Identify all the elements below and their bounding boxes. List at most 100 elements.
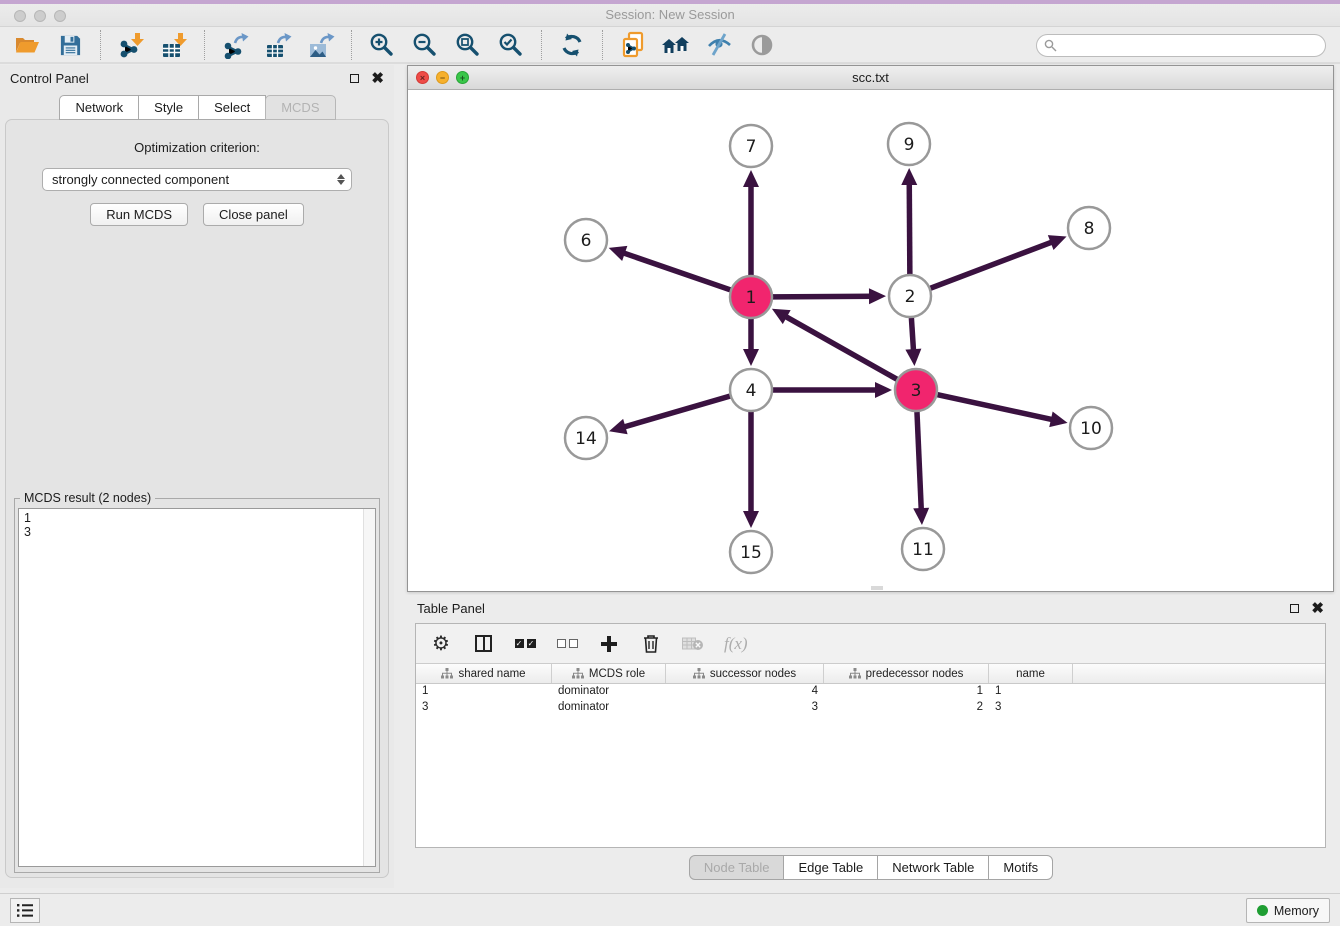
open-session-button[interactable] [10,30,44,60]
network-resize-grip[interactable] [871,586,883,590]
graph-node-8[interactable]: 8 [1068,207,1110,249]
tab-network-table[interactable]: Network Table [877,855,989,880]
add-row-button[interactable] [598,632,620,656]
close-panel-icon[interactable]: ✖ [1311,604,1324,613]
export-image-button[interactable] [304,30,338,60]
tab-mcds[interactable]: MCDS [265,95,335,120]
show-command-panel-button[interactable] [10,898,40,923]
graph-node-2[interactable]: 2 [889,275,931,317]
hierarchy-icon [441,668,453,679]
table-settings-button[interactable]: ⚙ [430,632,452,656]
table-row[interactable]: 3dominator323 [416,700,1325,716]
result-scrollbar[interactable] [363,509,375,866]
app-titlebar: Session: New Session [0,0,1340,27]
tab-network[interactable]: Network [59,95,139,120]
node-table-body[interactable]: 1dominator4113dominator323 [416,684,1325,716]
network-window-titlebar[interactable]: × − + scc.txt [408,66,1333,90]
column-header-successor-nodes[interactable]: successor nodes [666,664,824,683]
network-minimize-button[interactable]: − [436,71,449,84]
tab-edge-table[interactable]: Edge Table [783,855,878,880]
search-input[interactable] [1036,34,1326,57]
network-close-button[interactable]: × [416,71,429,84]
graph-node-10[interactable]: 10 [1070,407,1112,449]
close-panel-icon[interactable]: ✖ [371,74,384,83]
network-view-window: × − + scc.txt 1 2 3 4 6 7 8 9 10 11 14 15 [407,65,1334,592]
table-cell[interactable]: dominator [552,700,666,716]
table-cell[interactable]: 3 [666,700,824,716]
tab-style[interactable]: Style [138,95,199,120]
graph-edge-3-1[interactable] [781,314,896,379]
zoom-out-button[interactable] [408,30,442,60]
duplicate-network-button[interactable] [616,30,650,60]
close-panel-button[interactable]: Close panel [203,203,304,226]
graph-edge-1-2[interactable] [773,296,875,297]
import-table-icon [161,32,188,59]
table-cell[interactable]: dominator [552,684,666,700]
import-table-button[interactable] [157,30,191,60]
graph-node-6[interactable]: 6 [565,219,607,261]
graph-node-1[interactable]: 1 [730,276,772,318]
table-cell[interactable]: 1 [989,684,1073,700]
criterion-select[interactable]: strongly connected component [42,168,352,191]
delete-table-button[interactable] [682,632,704,656]
toolbar-separator [100,30,101,60]
column-header-name[interactable]: name [989,664,1073,683]
table-cell[interactable]: 2 [824,700,989,716]
column-header-predecessor-nodes[interactable]: predecessor nodes [824,664,989,683]
table-row[interactable]: 1dominator411 [416,684,1325,700]
network-window-traffic-lights[interactable]: × − + [416,71,469,84]
select-all-checks-button[interactable]: ✓✓ [514,632,536,656]
graph-node-11[interactable]: 11 [902,528,944,570]
float-panel-icon[interactable] [350,74,359,83]
graph-node-9[interactable]: 9 [888,123,930,165]
network-maximize-button[interactable]: + [456,71,469,84]
function-builder-button[interactable]: f(x) [724,632,748,656]
graph-node-3[interactable]: 3 [895,369,937,411]
mcds-result-text[interactable]: 1 3 [18,508,376,867]
first-neighbors-button[interactable] [659,30,693,60]
svg-text:9: 9 [904,135,915,155]
tab-select[interactable]: Select [198,95,266,120]
zoom-selected-button[interactable] [494,30,528,60]
graph-node-14[interactable]: 14 [565,417,607,459]
clear-all-checks-button[interactable] [556,632,578,656]
float-panel-icon[interactable] [1290,604,1299,613]
table-cell[interactable]: 3 [989,700,1073,716]
tab-node-table[interactable]: Node Table [689,855,785,880]
network-canvas-svg: 1 2 3 4 6 7 8 9 10 11 14 15 [408,90,1333,591]
graph-edge-4-14[interactable] [620,396,730,428]
graph-edge-2-9[interactable] [909,179,910,274]
run-mcds-button[interactable]: Run MCDS [90,203,188,226]
refresh-button[interactable] [555,30,589,60]
graph-edge-1-6[interactable] [619,251,730,289]
toggle-columns-button[interactable] [472,632,494,656]
save-session-button[interactable] [53,30,87,60]
graph-node-15[interactable]: 15 [730,531,772,573]
export-table-button[interactable] [261,30,295,60]
show-hidden-button[interactable] [745,30,779,60]
graph-node-4[interactable]: 4 [730,369,772,411]
graph-node-7[interactable]: 7 [730,125,772,167]
delete-row-button[interactable] [640,632,662,656]
column-header-MCDS-role[interactable]: MCDS role [552,664,666,683]
import-network-button[interactable] [114,30,148,60]
export-image-icon [308,32,335,59]
graph-edge-3-11[interactable] [917,412,921,514]
zoom-in-button[interactable] [365,30,399,60]
graph-edge-3-10[interactable] [937,395,1056,421]
table-cell[interactable]: 4 [666,684,824,700]
node-table-header-row[interactable]: shared nameMCDS rolesuccessor nodesprede… [416,664,1325,684]
export-network-button[interactable] [218,30,252,60]
column-header-shared-name[interactable]: shared name [416,664,552,683]
table-cell[interactable]: 1 [416,684,552,700]
table-cell[interactable]: 3 [416,700,552,716]
memory-button[interactable]: Memory [1246,898,1330,923]
tab-motifs[interactable]: Motifs [988,855,1053,880]
hide-selection-button[interactable] [702,30,736,60]
svg-text:4: 4 [746,381,757,401]
zoom-fit-button[interactable] [451,30,485,60]
table-panel-title: Table Panel [417,601,485,616]
table-cell[interactable]: 1 [824,684,989,700]
network-canvas[interactable]: 1 2 3 4 6 7 8 9 10 11 14 15 [408,90,1333,591]
graph-edge-2-8[interactable] [931,240,1057,288]
